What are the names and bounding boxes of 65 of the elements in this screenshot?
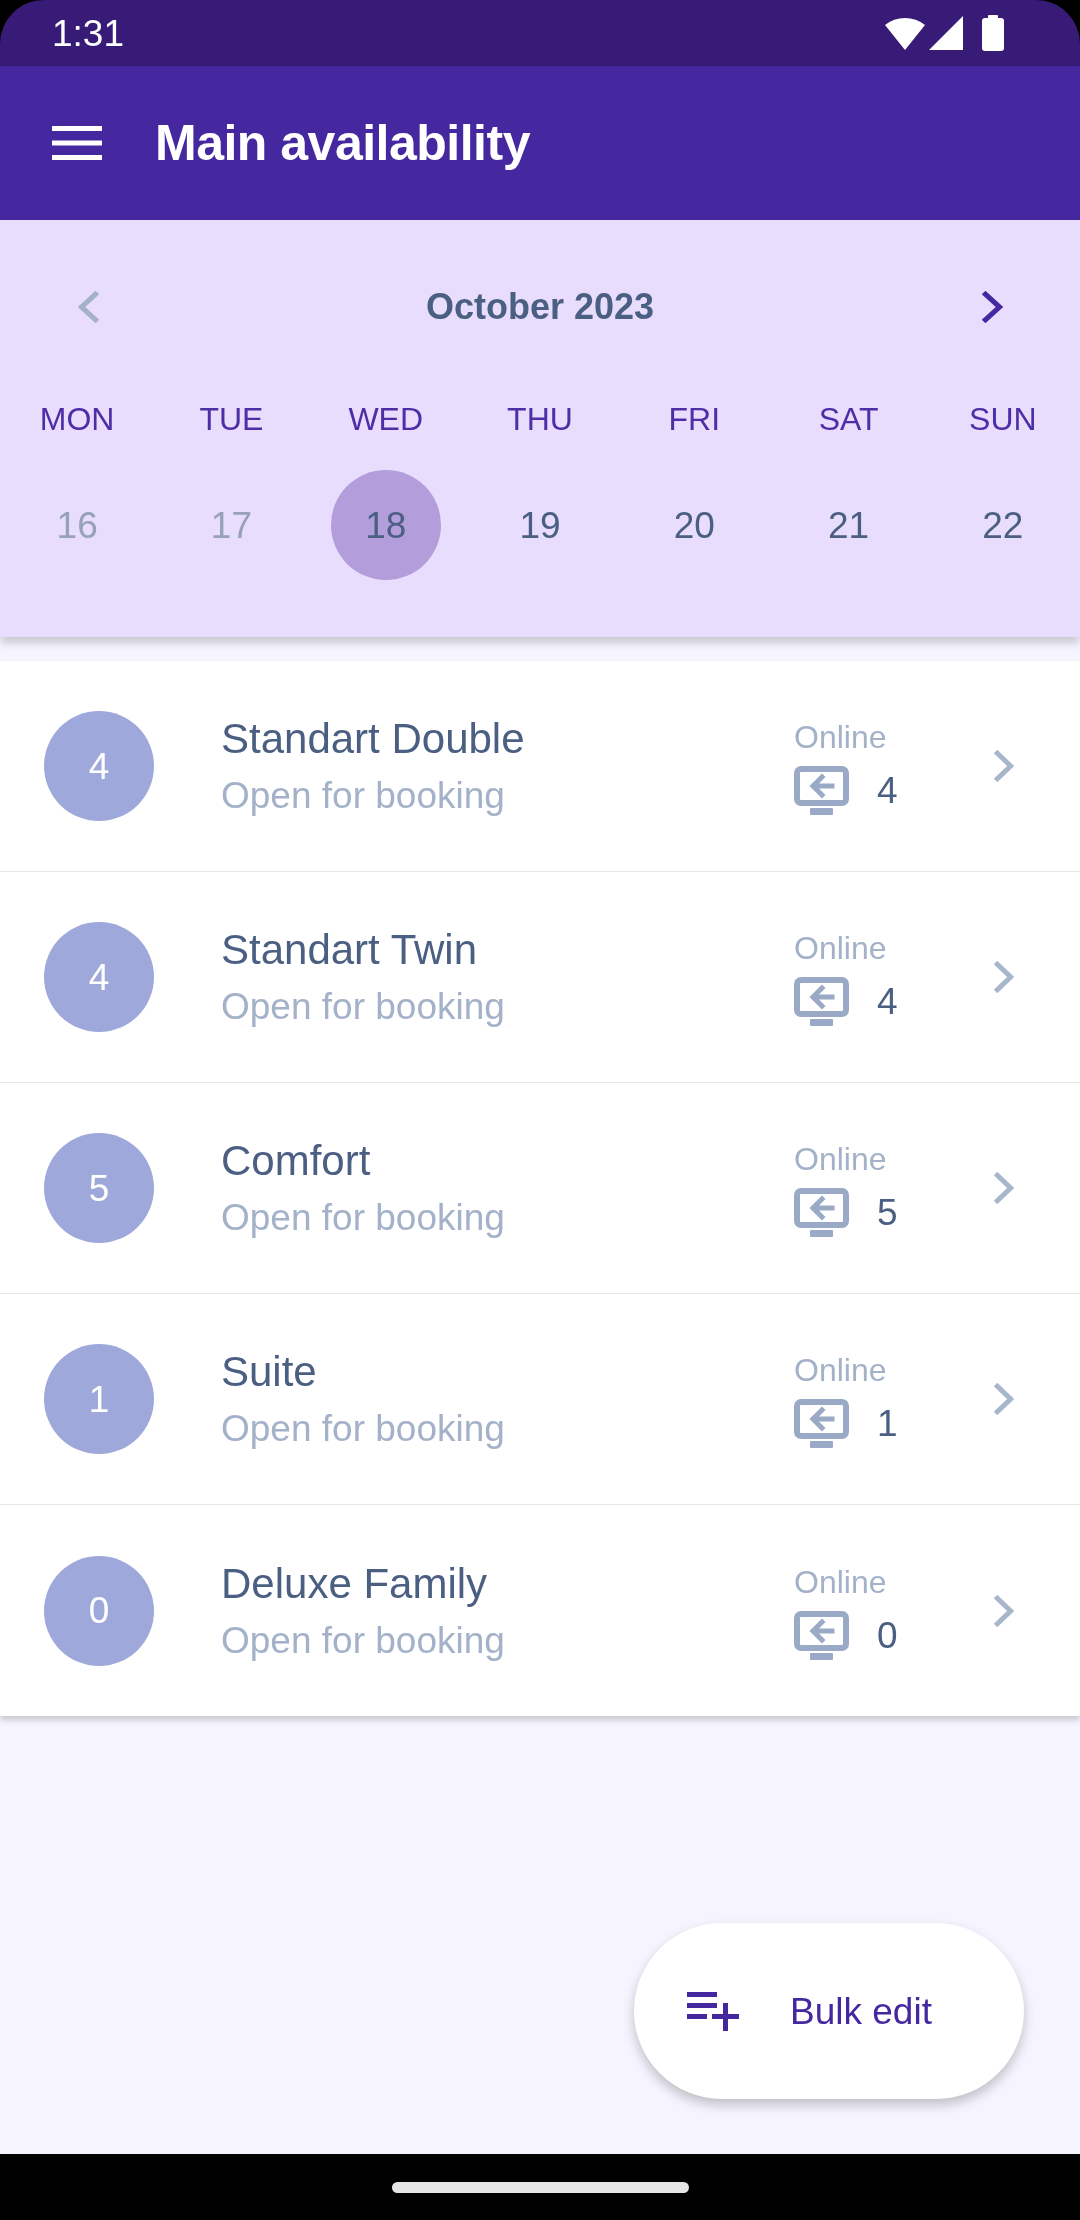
chevron-right-icon — [994, 1172, 1014, 1204]
chevron-right-icon — [994, 961, 1014, 993]
chevron-right-icon — [994, 1594, 1014, 1627]
monitor-arrow-icon — [794, 1188, 849, 1237]
menu-button[interactable] — [52, 126, 102, 160]
weekday-label: SUN — [969, 403, 1037, 435]
availability-count: 5 — [44, 1133, 154, 1243]
online-count: 4 — [877, 772, 898, 809]
playlist-add-icon — [687, 1991, 739, 2031]
room-status: Open for booking — [221, 1618, 506, 1663]
online-count: 5 — [877, 1194, 898, 1231]
calendar-day[interactable]: 19 — [485, 470, 595, 580]
app-bar-title: Main availability — [155, 118, 530, 168]
room-status: Open for booking — [221, 1196, 506, 1240]
home-indicator[interactable] — [391, 2181, 689, 2193]
weekday-label: THU — [507, 403, 573, 435]
room-row[interactable]: 5 Comfort Open for booking Online 5 — [0, 1083, 1080, 1294]
room-name: Comfort — [221, 1136, 372, 1186]
room-name: Suite — [221, 1347, 318, 1397]
monitor-arrow-icon — [794, 1610, 849, 1660]
weekday-label: SAT — [818, 403, 879, 435]
room-row[interactable]: 4 Standart Twin Open for booking Online 4 — [0, 872, 1080, 1083]
channel-label: Online — [794, 1351, 887, 1390]
weekday-label: FRI — [668, 403, 721, 435]
room-name: Deluxe Family — [221, 1558, 489, 1609]
bulk-edit-button[interactable]: Bulk edit — [634, 1923, 1024, 2099]
room-status: Open for booking — [221, 774, 506, 818]
room-row[interactable]: 1 Suite Open for booking Online 1 — [0, 1294, 1080, 1505]
calendar-day[interactable]: 21 — [793, 470, 904, 580]
channel-label: Online — [794, 1562, 887, 1602]
room-name: Standart Double — [221, 714, 526, 764]
signal-icon — [929, 16, 963, 50]
monitor-arrow-icon — [794, 766, 849, 815]
room-status: Open for booking — [221, 985, 506, 1029]
room-status: Open for booking — [221, 1407, 506, 1451]
calendar-day[interactable]: 18 — [330, 470, 441, 580]
calendar-day[interactable]: 20 — [639, 470, 750, 580]
room-name: Standart Twin — [221, 925, 479, 975]
availability-count: 1 — [44, 1344, 154, 1454]
weekday-label: MON — [39, 403, 115, 435]
chevron-right-icon — [994, 750, 1014, 782]
availability-count: 4 — [44, 711, 154, 821]
chevron-right-icon — [994, 1383, 1014, 1415]
online-count: 0 — [877, 1616, 898, 1654]
menu-icon — [52, 126, 102, 160]
channel-label: Online — [794, 718, 887, 757]
weekday-label: WED — [348, 403, 424, 435]
wifi-icon — [885, 16, 925, 50]
battery-icon — [982, 15, 1004, 51]
chevron-left-icon — [77, 291, 99, 323]
monitor-arrow-icon — [794, 977, 849, 1026]
weekday-label: TUE — [199, 403, 264, 435]
month-title: October 2023 — [425, 289, 655, 325]
channel-label: Online — [794, 929, 887, 968]
monitor-arrow-icon — [794, 1399, 849, 1448]
channel-label: Online — [794, 1140, 887, 1179]
room-row[interactable]: 0 Deluxe Family Open for booking Online 0 — [0, 1505, 1080, 1716]
online-count: 4 — [877, 983, 898, 1020]
online-count: 1 — [877, 1405, 898, 1442]
status-time: 1:31 — [52, 14, 124, 52]
calendar-day[interactable]: 22 — [947, 470, 1058, 580]
room-row[interactable]: 4 Standart Double Open for booking Online 4 — [0, 661, 1080, 872]
availability-count: 0 — [44, 1555, 154, 1666]
chevron-right-icon — [981, 291, 1003, 323]
availability-count: 4 — [44, 922, 154, 1032]
